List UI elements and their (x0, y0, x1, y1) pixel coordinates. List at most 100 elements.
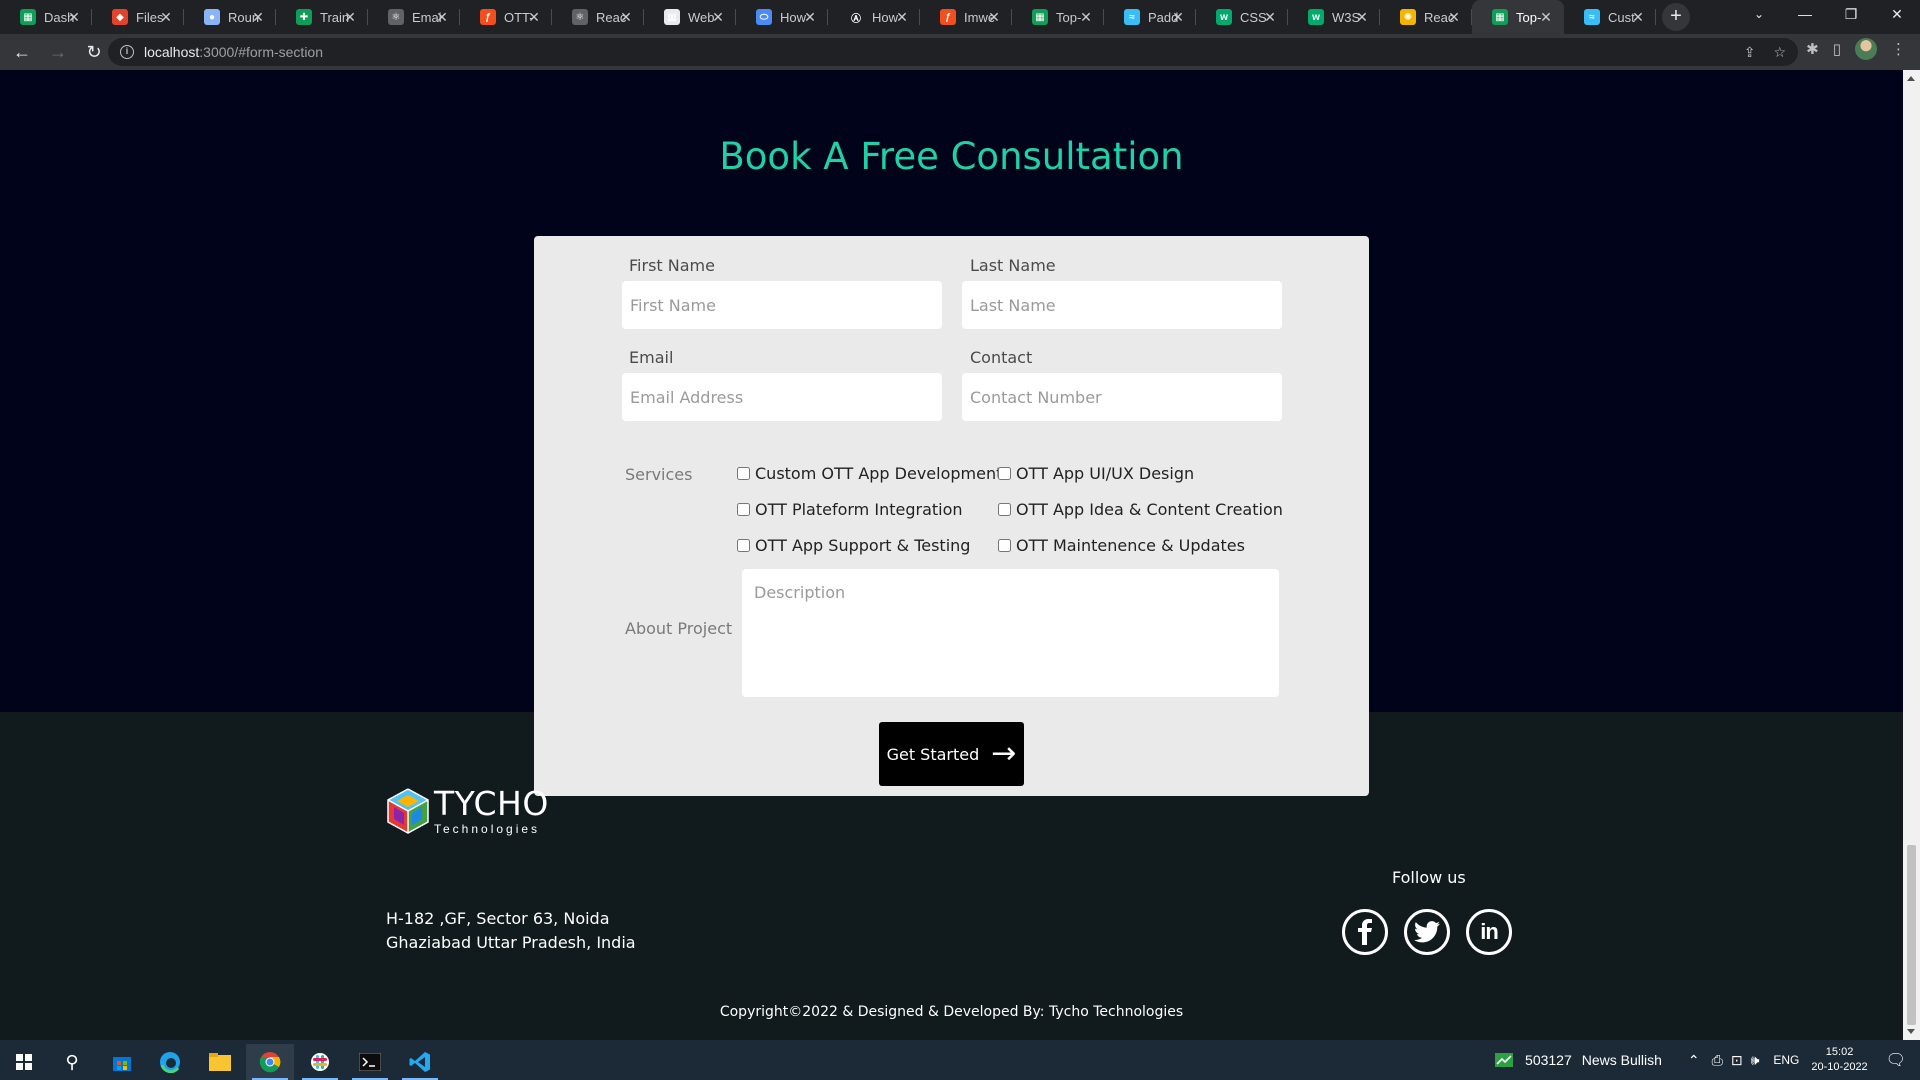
tab-close-icon[interactable]: ✕ (1446, 9, 1462, 25)
service-option[interactable]: OTT App Support & Testing (737, 536, 970, 555)
browser-tab[interactable]: ✚ Train ✕ (276, 0, 368, 34)
contact-input[interactable] (962, 373, 1282, 421)
page-scrollbar[interactable] (1903, 70, 1920, 1040)
get-started-button[interactable]: Get Started → (879, 722, 1024, 786)
chrome-icon[interactable] (246, 1044, 294, 1080)
address-bar[interactable]: i localhost:3000/#form-section ⇪ ☆ (108, 38, 1798, 66)
scroll-up-icon[interactable] (1907, 76, 1915, 81)
tab-close-icon[interactable]: ✕ (526, 9, 542, 25)
tab-close-icon[interactable]: ✕ (618, 9, 634, 25)
browser-tab[interactable]: ▦ Dash ✕ (0, 0, 92, 34)
tab-close-icon[interactable]: ✕ (434, 9, 450, 25)
service-option[interactable]: OTT Maintenence & Updates (998, 536, 1245, 555)
tab-close-icon[interactable]: ✕ (710, 9, 726, 25)
edge-icon[interactable] (146, 1044, 194, 1080)
browser-tab[interactable]: ⚛ Reac ✕ (552, 0, 644, 34)
tab-close-icon[interactable]: ✕ (66, 9, 82, 25)
reload-icon[interactable]: ↻ (80, 38, 108, 66)
meet-now-icon[interactable]: ⎙ (1712, 1052, 1723, 1069)
network-icon[interactable]: ⊡ (1731, 1052, 1743, 1069)
stock-chart-icon[interactable] (1495, 1053, 1514, 1067)
tycho-logo[interactable]: TYCHO Technologies (386, 787, 549, 836)
windows-start-icon[interactable] (0, 1044, 48, 1080)
scroll-down-icon[interactable] (1907, 1029, 1915, 1034)
browser-tab[interactable]: ● Roun ✕ (184, 0, 276, 34)
browser-tab[interactable]: ✺ Reac ✕ (1380, 0, 1472, 34)
url-text[interactable]: localhost:3000/#form-section (144, 44, 323, 60)
minimize-icon[interactable]: — (1782, 0, 1828, 30)
last-name-input[interactable] (962, 281, 1282, 329)
volume-icon[interactable]: 🕪 (1751, 1052, 1760, 1069)
tab-close-icon[interactable]: ✕ (1170, 9, 1186, 25)
slack-icon[interactable] (296, 1044, 344, 1080)
service-checkbox[interactable] (998, 539, 1011, 552)
menu-kebab-icon[interactable]: ⋮ (1891, 40, 1906, 58)
clock[interactable]: 15:02 20-10-2022 (1811, 1045, 1867, 1075)
terminal-icon[interactable] (346, 1044, 394, 1080)
email-input[interactable] (622, 373, 942, 421)
browser-tab[interactable]: ≈ Padd ✕ (1104, 0, 1196, 34)
browser-tab[interactable]: w W3S ✕ (1288, 0, 1380, 34)
browser-tab[interactable]: ▦ Top- ✕ (1012, 0, 1104, 34)
bookmark-star-icon[interactable]: ☆ (1773, 44, 1786, 61)
store-icon[interactable] (98, 1044, 146, 1080)
vscode-icon[interactable] (396, 1044, 444, 1080)
arrow-right-icon: → (991, 736, 1017, 771)
tab-close-icon[interactable]: ✕ (986, 9, 1002, 25)
service-checkbox[interactable] (737, 467, 750, 480)
file-explorer-icon[interactable] (196, 1044, 244, 1080)
back-icon[interactable]: ← (8, 38, 36, 66)
linkedin-icon[interactable]: in (1466, 909, 1512, 955)
share-icon[interactable]: ⇪ (1744, 44, 1756, 61)
tab-search-icon[interactable]: ⌄ (1744, 0, 1774, 30)
forward-icon[interactable]: → (44, 38, 72, 66)
notifications-icon[interactable]: 🗨 (1886, 1050, 1906, 1070)
tab-close-icon[interactable]: ✕ (1078, 9, 1094, 25)
consultation-form: First Name Last Name Email Contact Servi… (534, 236, 1369, 796)
search-icon[interactable]: ⚲ (48, 1044, 96, 1080)
tab-close-icon[interactable]: ✕ (1630, 9, 1646, 25)
scroll-thumb[interactable] (1907, 845, 1916, 1025)
browser-tab[interactable]: ⬭ How ✕ (736, 0, 828, 34)
site-info-icon[interactable]: i (120, 45, 134, 59)
close-window-icon[interactable]: ✕ (1874, 0, 1920, 30)
tab-close-icon[interactable]: ✕ (802, 9, 818, 25)
stock-value[interactable]: 503127 (1525, 1052, 1572, 1068)
side-panel-icon[interactable]: ▯ (1833, 40, 1841, 58)
extensions-icon[interactable]: ✱ (1806, 40, 1819, 58)
browser-tab[interactable]: ◆ Files ✕ (92, 0, 184, 34)
twitter-icon[interactable] (1404, 909, 1450, 955)
service-option[interactable]: OTT App UI/UX Design (998, 464, 1194, 483)
service-option[interactable]: OTT Plateform Integration (737, 500, 963, 519)
browser-tab[interactable]: w CSS ✕ (1196, 0, 1288, 34)
tab-close-icon[interactable]: ✕ (250, 9, 266, 25)
facebook-icon[interactable] (1342, 909, 1388, 955)
first-name-input[interactable] (622, 281, 942, 329)
tab-close-icon[interactable]: ✕ (894, 9, 910, 25)
description-textarea[interactable] (742, 569, 1279, 697)
service-checkbox[interactable] (737, 539, 750, 552)
profile-avatar[interactable] (1855, 38, 1877, 60)
tab-close-icon[interactable]: ✕ (158, 9, 174, 25)
browser-tab[interactable]: ▦ Top- ✕ (1472, 0, 1564, 34)
service-option[interactable]: OTT App Idea & Content Creation (998, 500, 1283, 519)
service-checkbox[interactable] (737, 503, 750, 516)
restore-icon[interactable]: ❐ (1828, 0, 1874, 30)
tab-close-icon[interactable]: ✕ (1538, 9, 1554, 25)
browser-tab[interactable]: ƒ OTT- ✕ (460, 0, 552, 34)
language-indicator[interactable]: ENG (1773, 1053, 1799, 1067)
browser-tab[interactable]: ≈ Cust ✕ (1564, 0, 1656, 34)
tab-close-icon[interactable]: ✕ (1262, 9, 1278, 25)
tab-close-icon[interactable]: ✕ (1354, 9, 1370, 25)
chevron-up-icon[interactable]: ⌃ (1688, 1052, 1700, 1069)
browser-tab[interactable]: ⚛ Emai ✕ (368, 0, 460, 34)
service-option[interactable]: Custom OTT App Development (737, 464, 1002, 483)
new-tab-button[interactable]: + (1662, 3, 1690, 31)
browser-tab[interactable]: ƒ Imwe ✕ (920, 0, 1012, 34)
tab-close-icon[interactable]: ✕ (342, 9, 358, 25)
service-checkbox[interactable] (998, 467, 1011, 480)
browser-tab[interactable]: ▦ Web ✕ (644, 0, 736, 34)
stock-text[interactable]: News Bullish (1582, 1052, 1662, 1068)
browser-tab[interactable]: Ⓐ How ✕ (828, 0, 920, 34)
service-checkbox[interactable] (998, 503, 1011, 516)
